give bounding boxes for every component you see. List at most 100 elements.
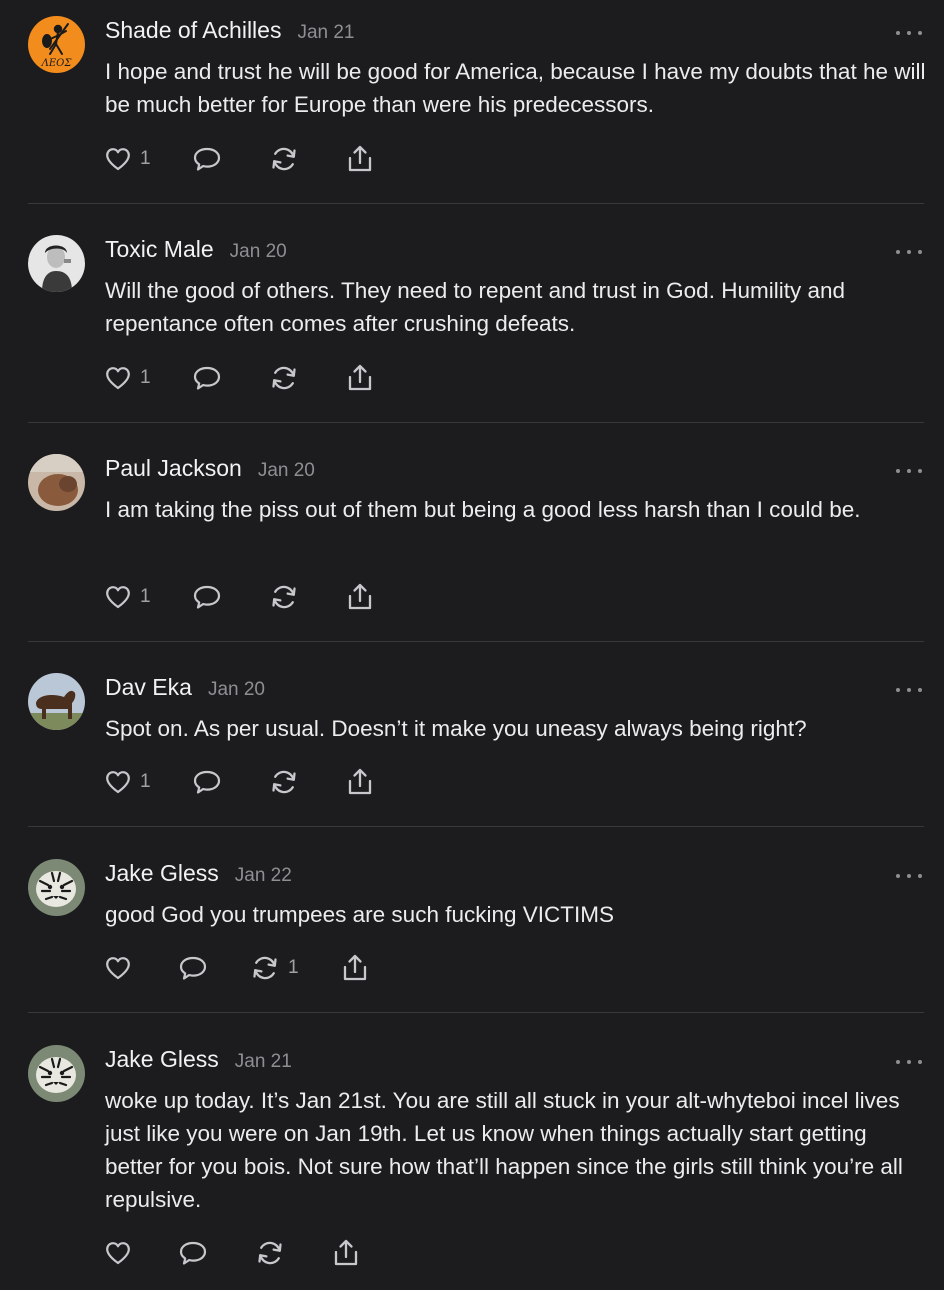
speech-bubble-icon xyxy=(178,1239,208,1267)
like-button[interactable]: 1 xyxy=(104,767,151,797)
restack-button[interactable]: 1 xyxy=(250,953,299,983)
speech-bubble-icon xyxy=(178,954,208,982)
avatar[interactable] xyxy=(28,859,85,916)
share-upload-icon xyxy=(346,582,374,612)
restack-button[interactable] xyxy=(269,767,307,797)
reply-button[interactable] xyxy=(192,363,222,393)
comment-date[interactable]: Jan 21 xyxy=(297,22,354,44)
author-name[interactable]: Shade of Achilles xyxy=(105,17,281,44)
like-button[interactable] xyxy=(104,953,140,983)
restack-button[interactable] xyxy=(269,144,307,174)
speech-bubble-icon xyxy=(192,583,222,611)
tiger-illustration-icon xyxy=(28,859,85,916)
avatar[interactable] xyxy=(28,454,85,511)
like-button[interactable]: 1 xyxy=(104,582,151,612)
share-button[interactable] xyxy=(332,1238,360,1268)
avatar[interactable]: ΛΕΟΣ xyxy=(28,16,85,73)
divider xyxy=(28,826,924,827)
heart-icon xyxy=(104,768,132,796)
reply-button[interactable] xyxy=(178,953,208,983)
horse-photo-icon xyxy=(28,673,85,730)
avatar[interactable] xyxy=(28,1045,85,1102)
comment-date[interactable]: Jan 20 xyxy=(258,460,315,482)
author-name[interactable]: Paul Jackson xyxy=(105,455,242,482)
share-upload-icon xyxy=(332,1238,360,1268)
author-name[interactable]: Jake Gless xyxy=(105,860,219,887)
share-button[interactable] xyxy=(346,582,374,612)
heart-icon xyxy=(104,583,132,611)
reply-button[interactable] xyxy=(192,144,222,174)
comment-text: I am taking the piss out of them but bei… xyxy=(105,497,861,522)
divider xyxy=(28,1012,924,1013)
share-upload-icon xyxy=(346,144,374,174)
like-button[interactable] xyxy=(104,1238,140,1268)
more-dots-icon[interactable] xyxy=(896,466,922,476)
like-count: 1 xyxy=(140,586,151,607)
more-dots-icon[interactable] xyxy=(896,1057,922,1067)
restack-button[interactable] xyxy=(255,1238,293,1268)
tiger-illustration-icon xyxy=(28,1045,85,1102)
dog-photo-icon xyxy=(28,454,85,511)
restack-count: 1 xyxy=(288,957,299,978)
man-portrait-photo-icon xyxy=(28,235,85,292)
author-name[interactable]: Toxic Male xyxy=(105,236,214,263)
like-count: 1 xyxy=(140,367,151,388)
restack-arrows-icon xyxy=(269,144,299,174)
comment-date[interactable]: Jan 20 xyxy=(208,679,265,701)
restack-button[interactable] xyxy=(269,363,307,393)
share-upload-icon xyxy=(346,363,374,393)
svg-text:ΛΕΟΣ: ΛΕΟΣ xyxy=(41,58,73,69)
comment-text: Will the good of others. They need to re… xyxy=(105,278,845,336)
like-button[interactable]: 1 xyxy=(104,144,151,174)
more-dots-icon[interactable] xyxy=(896,28,922,38)
comment-text: I hope and trust he will be good for Ame… xyxy=(105,59,926,117)
reply-button[interactable] xyxy=(178,1238,208,1268)
heart-icon xyxy=(104,364,132,392)
heart-icon xyxy=(104,1239,132,1267)
restack-button[interactable] xyxy=(269,582,307,612)
comment-text: woke up today. It’s Jan 21st. You are st… xyxy=(105,1088,903,1212)
comment-item: Paul Jackson Jan 20 I am taking the piss… xyxy=(0,438,944,642)
comment-header: Jake Gless Jan 21 xyxy=(105,1046,292,1076)
like-button[interactable]: 1 xyxy=(104,363,151,393)
more-dots-icon[interactable] xyxy=(896,685,922,695)
more-dots-icon[interactable] xyxy=(896,247,922,257)
author-name[interactable]: Jake Gless xyxy=(105,1046,219,1073)
comment-actions xyxy=(104,1238,404,1268)
heart-icon xyxy=(104,145,132,173)
share-button[interactable] xyxy=(346,363,374,393)
like-count: 1 xyxy=(140,148,151,169)
reply-button[interactable] xyxy=(192,582,222,612)
speech-bubble-icon xyxy=(192,145,222,173)
restack-arrows-icon xyxy=(250,953,280,983)
share-button[interactable] xyxy=(346,144,374,174)
comment-header: Toxic Male Jan 20 xyxy=(105,236,287,266)
avatar[interactable] xyxy=(28,235,85,292)
comment-header: Dav Eka Jan 20 xyxy=(105,674,265,704)
share-button[interactable] xyxy=(346,767,374,797)
restack-arrows-icon xyxy=(269,363,299,393)
comment-date[interactable]: Jan 21 xyxy=(235,1051,292,1073)
comment-date[interactable]: Jan 20 xyxy=(230,241,287,263)
comment-date[interactable]: Jan 22 xyxy=(235,865,292,887)
share-button[interactable] xyxy=(341,953,369,983)
like-count: 1 xyxy=(140,771,151,792)
comment-header: Jake Gless Jan 22 xyxy=(105,860,292,890)
author-name[interactable]: Dav Eka xyxy=(105,674,192,701)
comment-actions: 1 xyxy=(104,363,404,393)
share-upload-icon xyxy=(346,767,374,797)
more-dots-icon[interactable] xyxy=(896,871,922,881)
comment-actions: 1 xyxy=(104,582,404,612)
restack-arrows-icon xyxy=(269,582,299,612)
speech-bubble-icon xyxy=(192,768,222,796)
comment-item: Dav Eka Jan 20 Spot on. As per usual. Do… xyxy=(0,657,944,827)
avatar[interactable] xyxy=(28,673,85,730)
speech-bubble-icon xyxy=(192,364,222,392)
heart-icon xyxy=(104,954,132,982)
divider xyxy=(28,422,924,423)
comment-text: Spot on. As per usual. Doesn’t it make y… xyxy=(105,716,807,741)
comment-header: Paul Jackson Jan 20 xyxy=(105,455,315,485)
comment-actions: 1 xyxy=(104,144,404,174)
reply-button[interactable] xyxy=(192,767,222,797)
comment-actions: 1 xyxy=(104,953,404,983)
